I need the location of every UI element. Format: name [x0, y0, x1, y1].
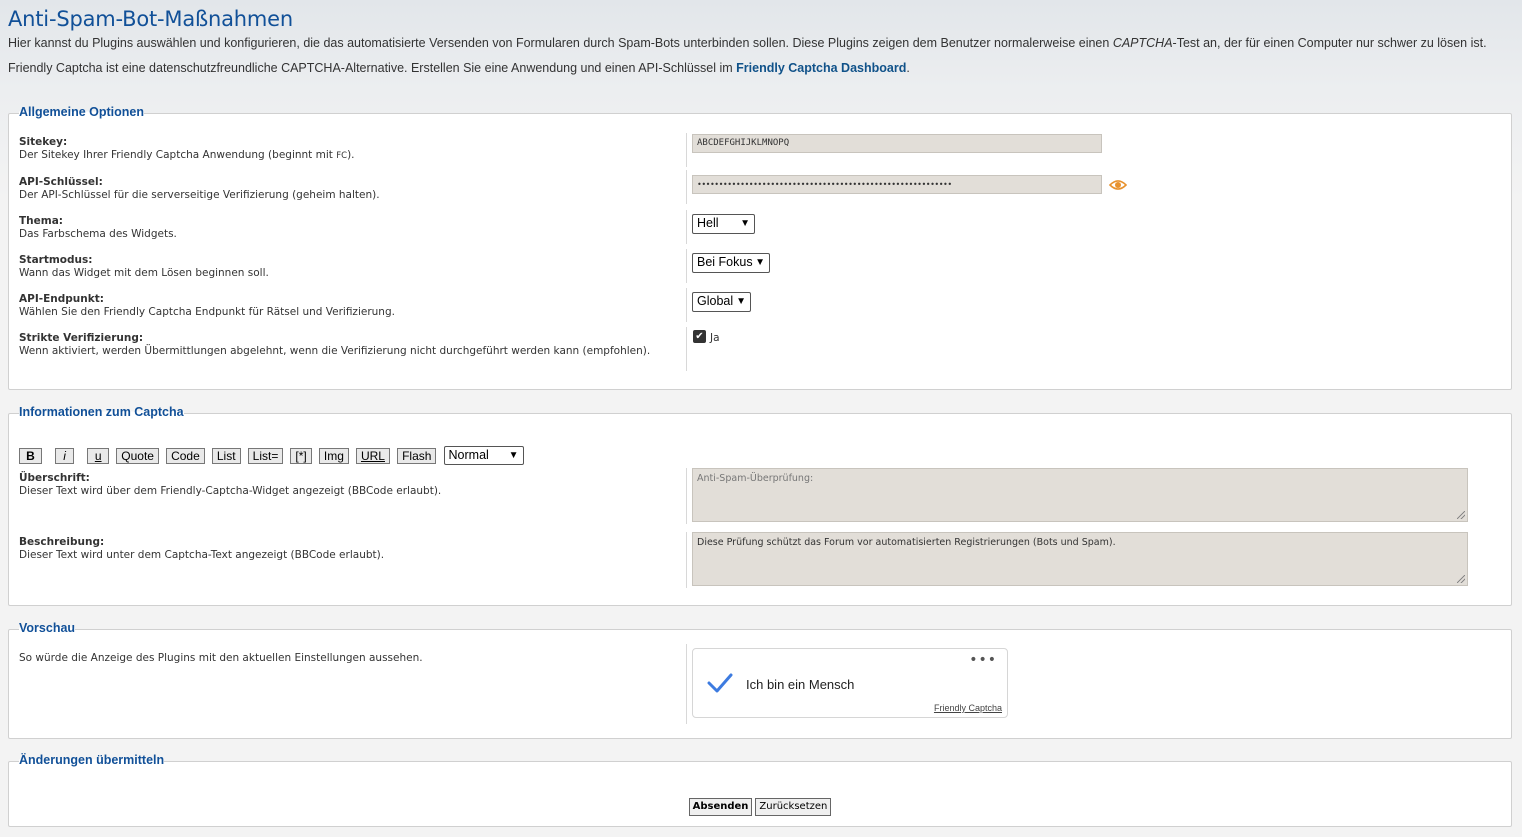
reset-button[interactable]: Zurücksetzen — [755, 798, 832, 816]
heading-textarea[interactable]: Anti-Spam-Überprüfung: — [692, 468, 1468, 522]
bbcode-code-button[interactable]: Code — [166, 448, 205, 464]
captcha-info-fieldset: Informationen zum Captcha B i u Quote Co… — [8, 405, 1512, 606]
more-dots-icon[interactable]: ••• — [969, 652, 997, 668]
chevron-down-icon: ▼ — [736, 296, 746, 307]
intro-paragraph-plugins: Hier kannst du Plugins auswählen und kon… — [8, 36, 1487, 50]
general-options-legend: Allgemeine Optionen — [19, 105, 145, 119]
preview-legend: Vorschau — [19, 621, 76, 635]
endpoint-select[interactable]: Global ▼ — [692, 292, 751, 312]
bbcode-list-ordered-button[interactable]: List= — [247, 448, 284, 464]
start-label: Startmodus: — [19, 254, 93, 266]
theme-select[interactable]: Hell ▼ — [692, 214, 755, 234]
captcha-info-legend: Informationen zum Captcha — [19, 405, 184, 419]
page-title: Anti-Spam-Bot-Maßnahmen — [8, 7, 293, 31]
chevron-down-icon: ▼ — [755, 257, 765, 268]
strict-checkbox-label: Ja — [710, 332, 720, 344]
checkmark-icon — [707, 673, 733, 697]
bbcode-list-button[interactable]: List — [211, 448, 241, 464]
apikey-input[interactable]: ••••••••••••••••••••••••••••••••••••••••… — [692, 175, 1102, 194]
preview-description: So würde die Anzeige des Plugins mit den… — [19, 652, 423, 664]
resize-grip-icon[interactable] — [1457, 511, 1465, 519]
bbcode-italic-button[interactable]: i — [55, 448, 75, 464]
strict-checkbox[interactable]: ✔ — [693, 330, 706, 343]
intro-paragraph-friendly: Friendly Captcha ist eine datenschutzfre… — [8, 61, 910, 75]
bbcode-bold-button[interactable]: B — [19, 448, 42, 464]
endpoint-label: API-Endpunkt: — [19, 293, 104, 305]
submit-legend: Änderungen übermitteln — [19, 753, 165, 767]
font-size-select[interactable]: Normal ▼ — [443, 446, 524, 465]
eye-icon[interactable] — [1108, 177, 1128, 196]
apikey-label: API-Schlüssel: — [19, 176, 103, 188]
bbcode-url-button[interactable]: URL — [355, 448, 390, 464]
chevron-down-icon: ▼ — [508, 450, 519, 461]
strict-label: Strikte Verifizierung: — [19, 332, 144, 344]
bbcode-img-button[interactable]: Img — [318, 448, 349, 464]
chevron-down-icon: ▼ — [740, 218, 750, 229]
bbcode-underline-button[interactable]: u — [87, 448, 110, 464]
preview-fieldset: Vorschau So würde die Anzeige des Plugin… — [8, 621, 1512, 739]
submit-fieldset: Änderungen übermitteln Absenden Zurückset… — [8, 753, 1512, 827]
sitekey-label: Sitekey: — [19, 136, 68, 148]
theme-label: Thema: — [19, 215, 63, 227]
description-textarea[interactable]: Diese Prüfung schützt das Forum vor auto… — [692, 532, 1468, 586]
general-options-fieldset: Allgemeine Optionen Sitekey: Der Sitekey … — [8, 105, 1512, 390]
description-label: Beschreibung: — [19, 536, 105, 548]
resize-grip-icon[interactable] — [1457, 575, 1465, 583]
bbcode-quote-button[interactable]: Quote — [116, 448, 159, 464]
bbcode-toolbar: B i u Quote Code List List= [*] Img URL … — [19, 446, 526, 467]
captcha-widget[interactable]: Ich bin ein Mensch ••• Friendly Captcha — [692, 648, 1008, 718]
captcha-widget-brand[interactable]: Friendly Captcha — [934, 703, 1002, 713]
bbcode-list-item-button[interactable]: [*] — [290, 448, 312, 464]
intro-text: Hier kannst du Plugins auswählen und kon… — [8, 36, 1508, 86]
submit-button[interactable]: Absenden — [688, 798, 753, 816]
submit-buttons: Absenden Zurücksetzen — [9, 794, 1511, 816]
captcha-widget-text: Ich bin ein Mensch — [746, 677, 855, 692]
heading-label: Überschrift: — [19, 472, 90, 484]
start-select[interactable]: Bei Fokus ▼ — [692, 253, 770, 273]
dashboard-link[interactable]: Friendly Captcha Dashboard — [736, 61, 906, 75]
bbcode-flash-button[interactable]: Flash — [397, 448, 437, 464]
sitekey-input[interactable]: ABCDEFGHIJKLMNOPQ — [692, 134, 1102, 153]
